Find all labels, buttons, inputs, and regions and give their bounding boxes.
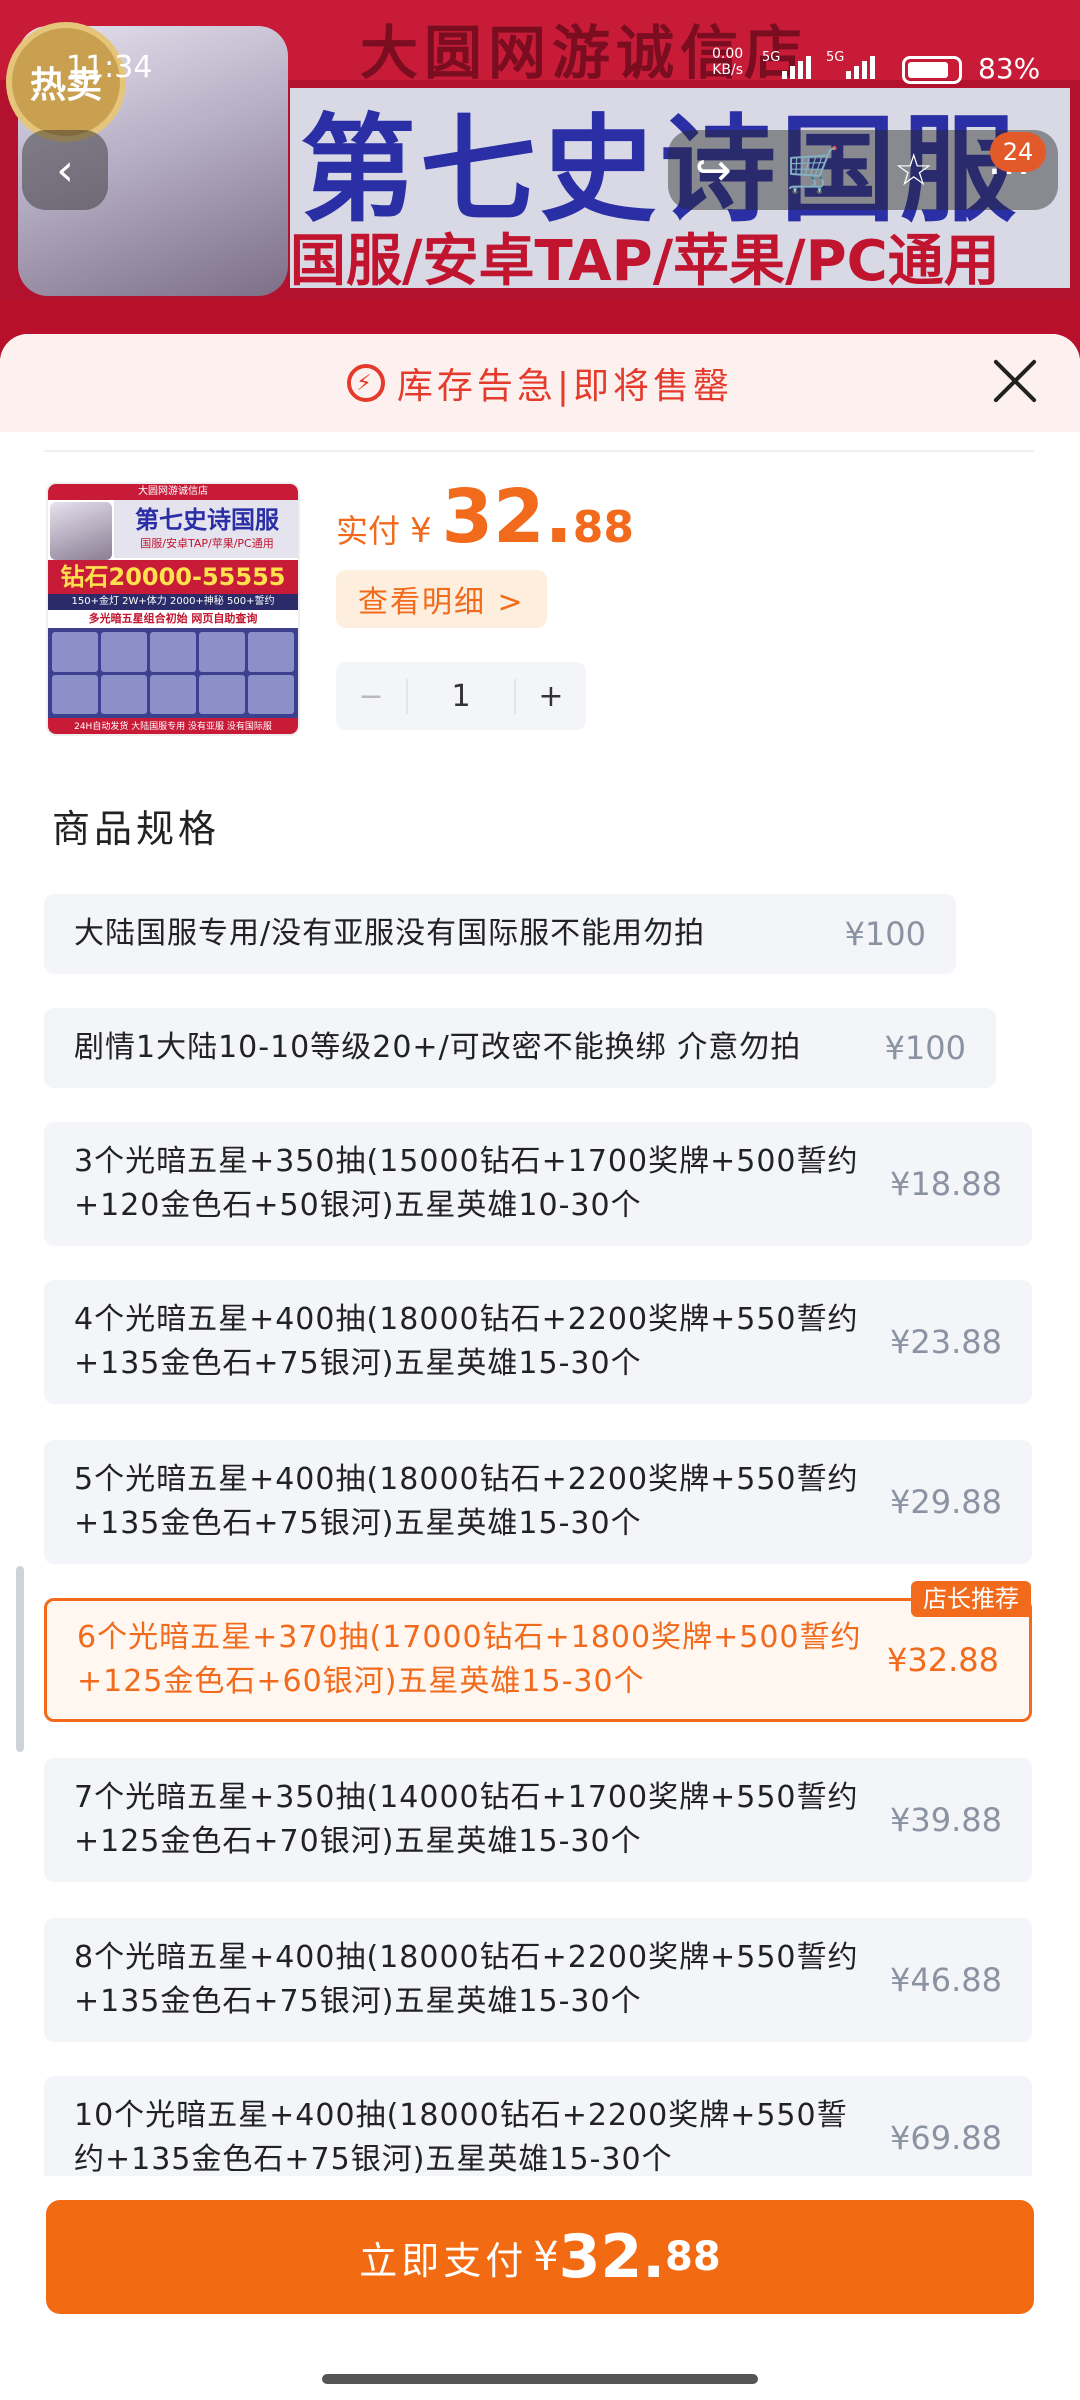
thumb-character-image (50, 502, 112, 560)
thumb-hero-grid (48, 628, 298, 718)
thumb-shop-name: 大圆网游诚信店 (48, 484, 298, 500)
actual-price: 实付 ¥ 32. 88 (336, 474, 634, 560)
net-speed-unit: KB/s (712, 62, 743, 78)
spec-option[interactable]: 3个光暗五星+350抽(15000钻石+1700奖牌+500誓约+120金色石+… (44, 1122, 1032, 1246)
view-details-button[interactable]: 查看明细 > (336, 570, 547, 628)
home-indicator[interactable] (322, 2374, 758, 2384)
stock-alert-text: 库存告急|即将售罄 (396, 366, 734, 407)
spec-option-price: ¥29.88 (890, 1483, 1002, 1521)
spec-option-selected[interactable]: 店长推荐 6个光暗五星+370抽(17000钻石+1800奖牌+500誓约+12… (44, 1581, 1032, 1722)
banner-subtitle: 国服/安卓TAP/苹果/PC通用 (290, 229, 1000, 294)
price-currency: ¥ (410, 511, 432, 551)
bottom-bar: 立即支付 ¥ 32. 88 (0, 2176, 1080, 2400)
share-icon[interactable]: ↪ (695, 145, 732, 196)
pay-price-decimal: 88 (665, 2234, 721, 2280)
spec-option[interactable]: 7个光暗五星+350抽(14000钻石+1700奖牌+550誓约+125金色石+… (44, 1758, 1032, 1882)
thumb-title: 第七史诗国服 (135, 506, 279, 534)
close-icon[interactable] (990, 356, 1040, 406)
thumb-subtitle: 国服/安卓TAP/苹果/PC通用 (140, 537, 274, 550)
spec-option-text: 8个光暗五星+400抽(18000钻石+2200奖牌+550誓约+135金色石+… (74, 1940, 859, 2019)
pay-label: 立即支付 (359, 2238, 528, 2283)
spec-option[interactable]: 4个光暗五星+400抽(18000钻石+2200奖牌+550誓约+135金色石+… (44, 1280, 1032, 1404)
net-speed-value: 0.00 (712, 46, 744, 62)
pay-price-integer: 32. (558, 2222, 666, 2292)
thumb-line1: 150+金灯 2W+体力 2000+神秘 500+誓约 (48, 594, 298, 610)
spec-option-text: 3个光暗五星+350抽(15000钻石+1700奖牌+500誓约+120金色石+… (74, 1144, 859, 1223)
stock-alert-bar: ⚡ 库存告急|即将售罄 (0, 334, 1080, 432)
spec-option-price: ¥100 (844, 915, 926, 953)
spec-option-text: 6个光暗五星+370抽(17000钻石+1800奖牌+500誓约+125金色石+… (77, 1620, 862, 1699)
battery-icon (902, 56, 962, 84)
thumb-diamonds: 钻石20000-55555 (48, 560, 298, 594)
thumb-line3: 24H自动发货 大陆国服专用 没有亚服 没有国际服 (48, 718, 298, 734)
spec-option-text: 7个光暗五星+350抽(14000钻石+1700奖牌+550誓约+125金色石+… (74, 1780, 859, 1859)
battery-percent: 83% (978, 52, 1041, 85)
spec-option-price: ¥46.88 (890, 1961, 1002, 1999)
spec-option-price: ¥69.88 (890, 2119, 1002, 2157)
divider (44, 450, 1034, 452)
spec-option[interactable]: 大陆国服专用/没有亚服没有国际服不能用勿拍 ¥100 (44, 894, 956, 974)
cart-icon[interactable]: 🛒 (785, 144, 840, 196)
spec-option-text: 10个光暗五星+400抽(18000钻石+2200奖牌+550誓约+135金色石… (74, 2098, 848, 2177)
spec-option[interactable]: 剧情1大陆10-10等级20+/可改密不能换绑 介意勿拍 ¥100 (44, 1008, 996, 1088)
scrollbar[interactable] (16, 1566, 24, 1752)
spec-option-price: ¥18.88 (890, 1165, 1002, 1203)
status-bar: 11:34 0.00 KB/s 5G 5G 83% (0, 0, 1080, 85)
price-decimal: 88 (572, 502, 634, 553)
quantity-minus-button[interactable]: − (336, 679, 406, 714)
spec-option-text: 4个光暗五星+400抽(18000钻石+2200奖牌+550誓约+135金色石+… (74, 1302, 859, 1381)
net-speed: 0.00 KB/s (712, 46, 743, 78)
price-label: 实付 (336, 512, 401, 550)
lightning-icon: ⚡ (346, 364, 385, 402)
sim2-label: 5G (826, 50, 845, 65)
spec-option[interactable]: 8个光暗五星+400抽(18000钻石+2200奖牌+550誓约+135金色石+… (44, 1918, 1032, 2042)
sim1-label: 5G (762, 50, 781, 65)
spec-option-text: 大陆国服专用/没有亚服没有国际服不能用勿拍 (74, 916, 706, 951)
spec-option-price: ¥39.88 (890, 1801, 1002, 1839)
chevron-left-icon: ‹ (56, 144, 74, 196)
shop-recommend-badge: 店长推荐 (911, 1581, 1031, 1617)
spec-option-price: ¥32.88 (887, 1641, 999, 1679)
spec-option-text: 5个光暗五星+400抽(18000钻石+2200奖牌+550誓约+135金色石+… (74, 1462, 859, 1541)
status-time: 11:34 (66, 50, 153, 85)
product-thumbnail[interactable]: 大圆网游诚信店 第七史诗国服 国服/安卓TAP/苹果/PC通用 钻石20000-… (46, 482, 300, 736)
signal-2-icon (846, 56, 875, 79)
quantity-stepper: − 1 + (336, 662, 586, 730)
signal-1-icon (782, 56, 811, 79)
quantity-value[interactable]: 1 (406, 678, 516, 714)
back-button[interactable]: ‹ (22, 130, 108, 210)
quantity-plus-button[interactable]: + (516, 679, 586, 714)
pay-now-button[interactable]: 立即支付 ¥ 32. 88 (46, 2200, 1034, 2314)
thumb-title-block: 第七史诗国服 国服/安卓TAP/苹果/PC通用 (114, 500, 298, 558)
cart-count-badge: 24 (990, 132, 1046, 172)
spec-option[interactable]: 5个光暗五星+400抽(18000钻石+2200奖牌+550誓约+135金色石+… (44, 1440, 1032, 1564)
pay-currency: ¥ (533, 2234, 559, 2280)
price-integer: 32. (441, 474, 573, 560)
sku-selection-sheet: ⚡ 库存告急|即将售罄 大圆网游诚信店 第七史诗国服 国服/安卓TAP/苹果/P… (0, 334, 1080, 2400)
spec-option-price: ¥23.88 (890, 1323, 1002, 1361)
star-icon[interactable]: ☆ (894, 145, 933, 196)
thumb-line2: 多光暗五星组合初始 网页自助查询 (48, 610, 298, 628)
spec-option-text: 剧情1大陆10-10等级20+/可改密不能换绑 介意勿拍 (74, 1030, 802, 1065)
spec-option-price: ¥100 (884, 1029, 966, 1067)
specs-title: 商品规格 (52, 807, 221, 851)
